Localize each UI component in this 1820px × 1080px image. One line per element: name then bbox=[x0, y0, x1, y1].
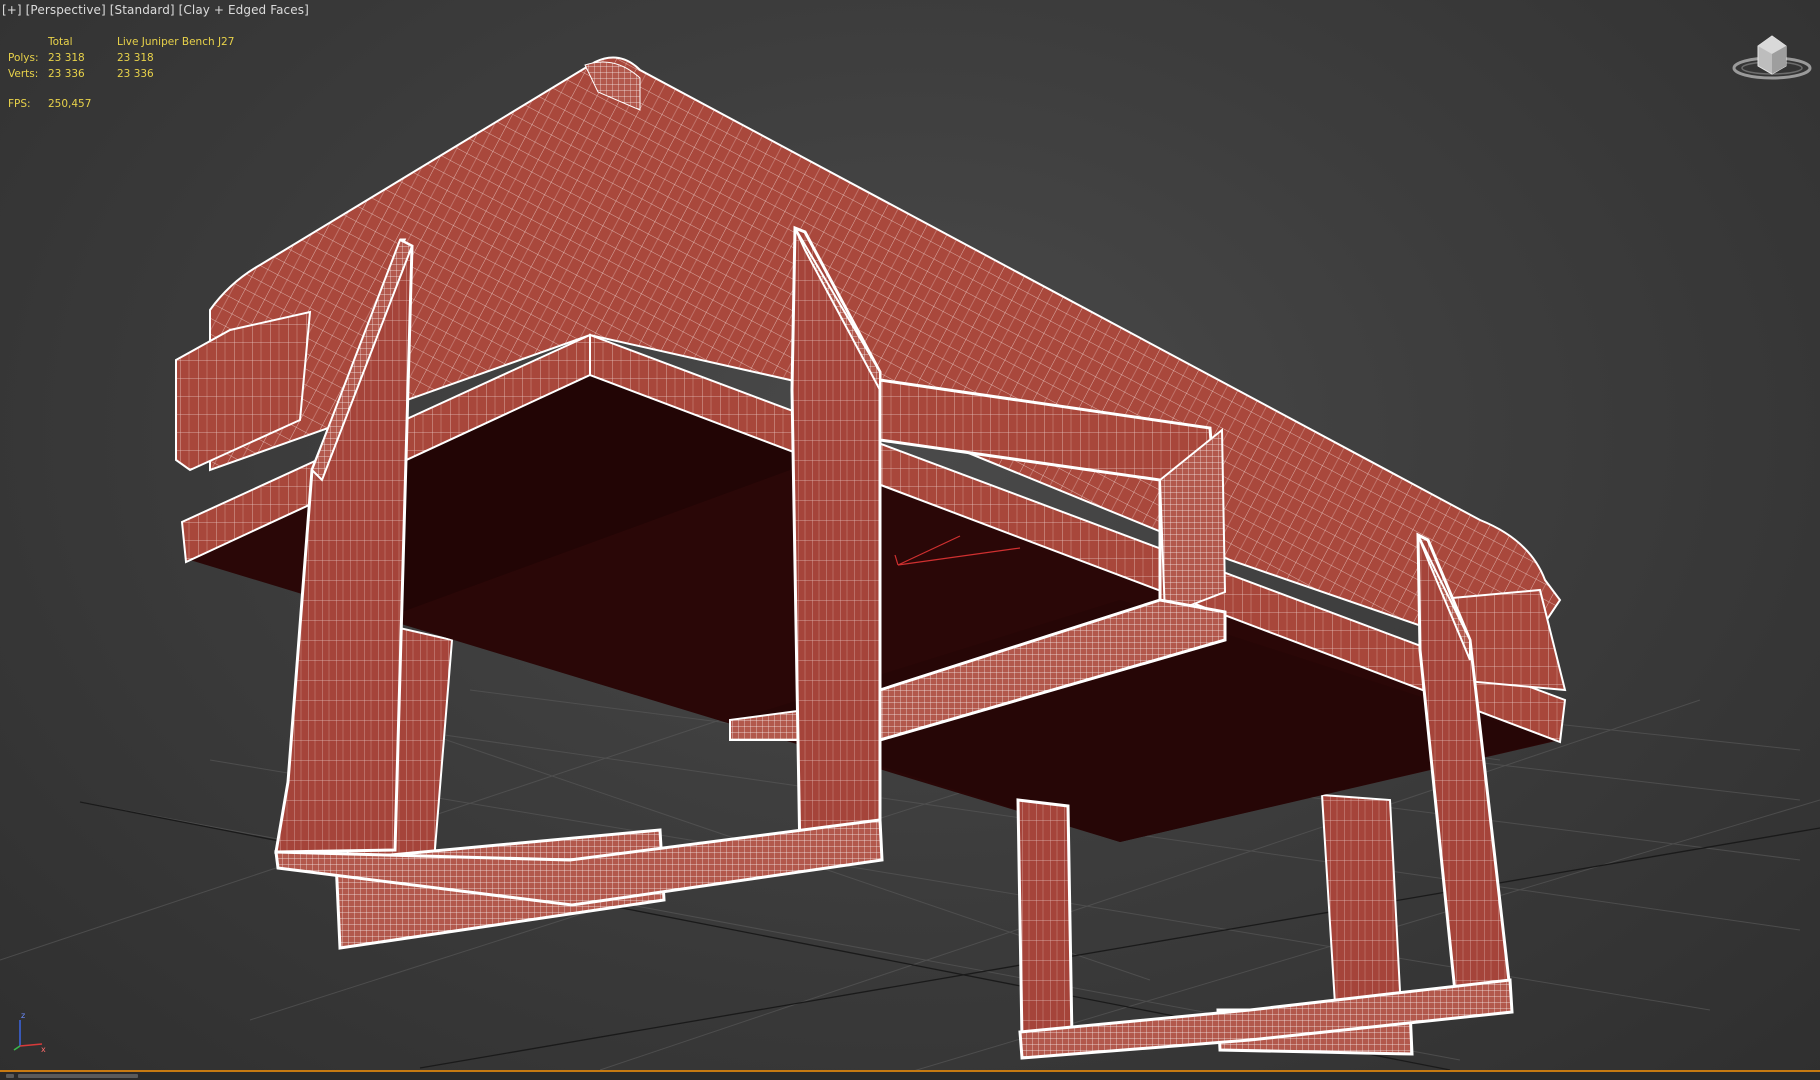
fps-readout: FPS: 250,457 bbox=[8, 98, 91, 110]
stats-total: 23 318 bbox=[48, 52, 85, 64]
perspective-viewport[interactable]: [+] [Perspective] [Standard] [Clay + Edg… bbox=[0, 0, 1820, 1080]
viewport-label[interactable]: [+] [Perspective] [Standard] [Clay + Edg… bbox=[2, 3, 309, 17]
viewport-menu-plus[interactable]: [+] bbox=[2, 3, 22, 17]
stats-total: 23 336 bbox=[48, 68, 85, 80]
viewport-menu-shading[interactable]: [Clay + Edged Faces] bbox=[179, 3, 309, 17]
stats-header-total: Total bbox=[48, 36, 73, 48]
viewport-menu-standard[interactable]: [Standard] bbox=[110, 3, 175, 17]
viewcube-icon[interactable] bbox=[1728, 28, 1816, 86]
axis-z-label: z bbox=[21, 1011, 25, 1020]
timeline-bar[interactable] bbox=[0, 1072, 1820, 1080]
stats-label: Verts: bbox=[8, 68, 39, 80]
viewport-menu-perspective[interactable]: [Perspective] bbox=[26, 3, 106, 17]
axis-x-label: x bbox=[41, 1045, 46, 1054]
stats-object: 23 318 bbox=[117, 52, 154, 64]
timeline-slider[interactable] bbox=[18, 1074, 138, 1078]
stats-label: Polys: bbox=[8, 52, 39, 64]
fps-label: FPS: bbox=[8, 98, 31, 110]
axis-tripod-icon: z x bbox=[13, 1011, 46, 1054]
viewport-scene[interactable] bbox=[0, 0, 1820, 1080]
timeline-slider-handle[interactable] bbox=[6, 1074, 14, 1078]
stats-header-object: Live Juniper Bench J27 bbox=[117, 36, 235, 48]
fps-value: 250,457 bbox=[48, 98, 92, 110]
stats-object: 23 336 bbox=[117, 68, 154, 80]
